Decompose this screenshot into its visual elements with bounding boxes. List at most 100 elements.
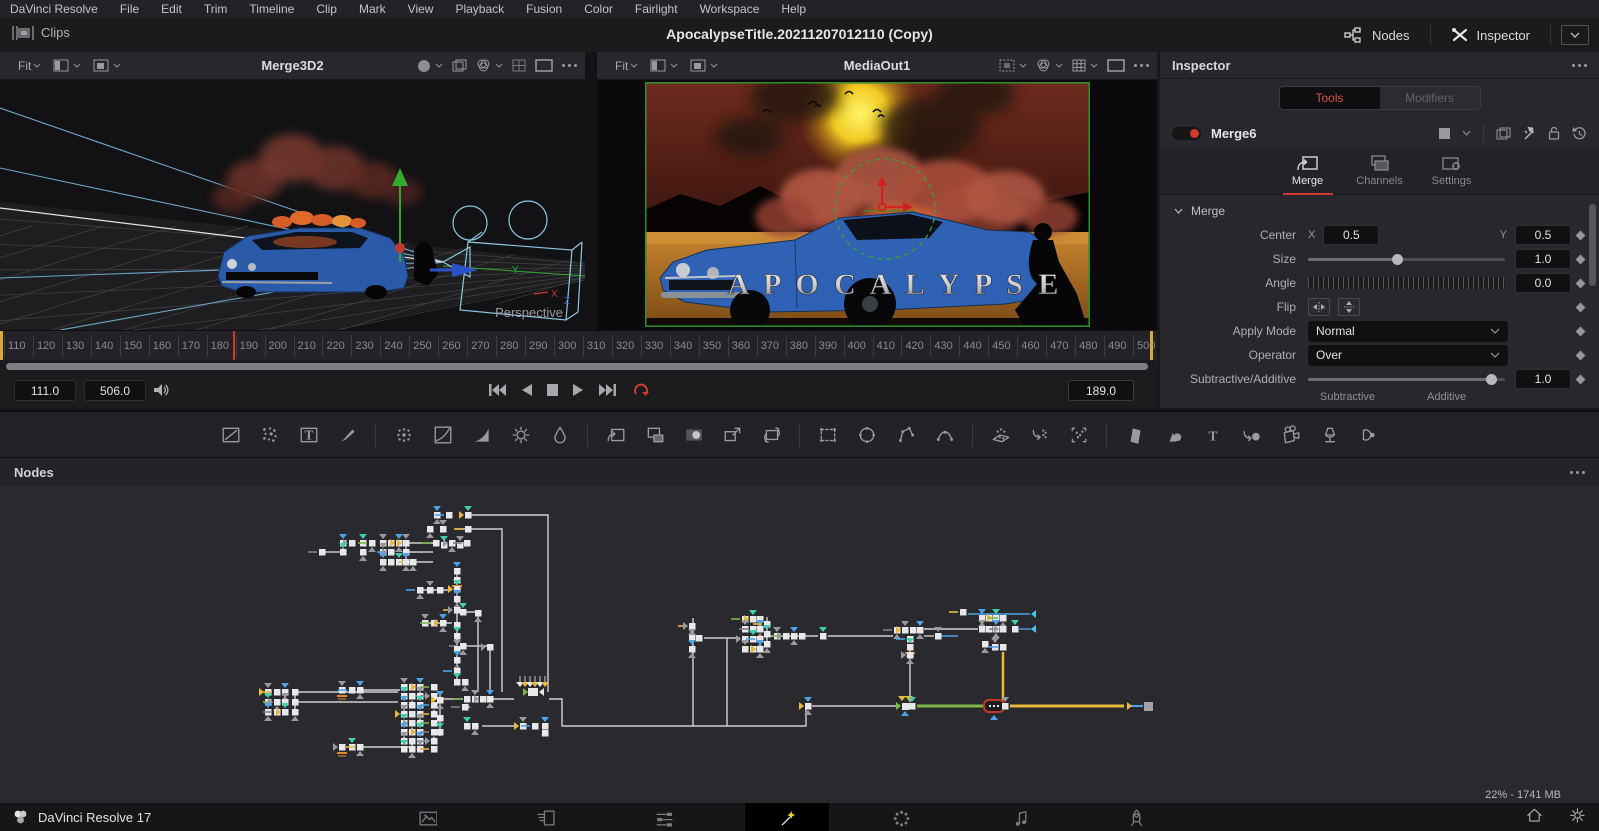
graph-node[interactable] (464, 723, 471, 730)
range-out-input[interactable]: 506.0 (84, 380, 146, 401)
tab-merge[interactable]: Merge (1281, 154, 1335, 194)
graph-node[interactable] (689, 646, 696, 653)
menu-playback[interactable]: Playback (444, 2, 515, 16)
guides-dropdown[interactable] (1072, 59, 1098, 72)
graph-node[interactable] (909, 703, 916, 710)
graph-node[interactable] (433, 540, 440, 547)
graph-node[interactable] (460, 609, 467, 616)
graph-node[interactable] (742, 646, 749, 653)
graph-node[interactable] (380, 559, 387, 566)
graph-node[interactable] (437, 697, 444, 704)
graph-node[interactable] (454, 568, 461, 575)
graph-node[interactable] (462, 704, 469, 711)
graph-node[interactable] (462, 679, 469, 686)
graph-node[interactable] (409, 711, 416, 718)
polygon-tool-button[interactable] (886, 425, 925, 445)
graph-node[interactable] (357, 687, 364, 694)
roi-icon[interactable] (535, 59, 553, 72)
graph-node[interactable] (750, 616, 757, 623)
graph-node[interactable] (292, 689, 299, 696)
mattecontrol-tool-button[interactable] (635, 425, 674, 445)
graph-node[interactable] (409, 746, 416, 753)
graph-node[interactable] (820, 633, 827, 640)
pmerge-tool-button[interactable] (1020, 425, 1059, 445)
glow-tool-button[interactable] (540, 425, 579, 445)
tab-tools[interactable]: Tools (1280, 87, 1380, 109)
size-input[interactable]: 1.0 (1515, 249, 1571, 269)
graph-node[interactable] (757, 626, 764, 633)
split-view-dropdown[interactable] (650, 59, 678, 72)
rectangle-tool-button[interactable] (808, 425, 847, 445)
node-color-swatch[interactable] (1439, 128, 1450, 139)
fit-dropdown[interactable]: Fit (18, 59, 31, 73)
split-view-dropdown[interactable] (53, 59, 81, 72)
angle-thumbwheel[interactable] (1308, 277, 1505, 289)
page-deliver-button[interactable] (1120, 803, 1150, 831)
keyframe-diamond[interactable] (1571, 256, 1589, 263)
graph-node[interactable] (696, 635, 703, 642)
graph-node-junction[interactable] (528, 688, 538, 696)
graph-node[interactable] (340, 549, 347, 556)
play-reverse-button[interactable] (520, 382, 533, 398)
text3d-tool-button[interactable]: T (1193, 425, 1232, 445)
graph-node[interactable] (757, 646, 764, 653)
page-media-button[interactable] (412, 803, 442, 831)
graph-node[interactable] (403, 559, 410, 566)
spotlight-tool-button[interactable] (1310, 425, 1349, 445)
menu-mark[interactable]: Mark (348, 2, 397, 16)
graph-node[interactable] (542, 730, 549, 737)
menu-view[interactable]: View (397, 2, 445, 16)
keyframe-diamond[interactable] (1571, 232, 1589, 239)
graph-node[interactable] (805, 703, 812, 710)
graph-node[interactable] (431, 729, 438, 736)
graph-node[interactable] (357, 744, 364, 751)
graph-node[interactable] (431, 711, 438, 718)
quad-view-icon[interactable] (512, 59, 526, 72)
graph-node[interactable] (282, 709, 289, 716)
graph-node[interactable] (274, 689, 281, 696)
loop-playback-button[interactable] (631, 381, 651, 399)
inspector-panel-button[interactable]: Inspector (1441, 27, 1540, 43)
lut-dropdown[interactable] (1036, 59, 1063, 73)
graph-node[interactable] (532, 723, 539, 730)
reset-history-icon[interactable] (1572, 126, 1587, 141)
graph-node[interactable] (472, 723, 479, 730)
bspline-tool-button[interactable] (925, 425, 964, 445)
graph-node[interactable] (292, 699, 299, 706)
colorcorrector-tool-button[interactable] (462, 425, 501, 445)
graph-node[interactable] (935, 633, 942, 640)
graph-node[interactable] (1002, 703, 1009, 710)
roi-icon[interactable] (1107, 59, 1125, 72)
graph-node[interactable] (542, 723, 549, 730)
page-color-button[interactable] (885, 803, 915, 831)
graph-node[interactable] (409, 738, 416, 745)
channel-dropdown[interactable] (417, 59, 443, 73)
graph-node[interactable] (409, 702, 416, 709)
center-y-input[interactable]: 0.5 (1515, 225, 1571, 245)
graph-node[interactable] (437, 715, 444, 722)
graph-node[interactable] (388, 559, 395, 566)
node-graph-canvas[interactable] (0, 486, 1599, 786)
graph-node[interactable] (902, 703, 909, 710)
graph-node[interactable] (410, 559, 417, 566)
viewer-options-button[interactable] (562, 64, 577, 67)
menu-color[interactable]: Color (573, 2, 624, 16)
brightness-tool-button[interactable] (501, 425, 540, 445)
graph-node[interactable] (292, 709, 299, 716)
menu-davinci-resolve[interactable]: DaVinci Resolve (4, 2, 109, 16)
graph-node[interactable] (409, 693, 416, 700)
camera3d-tool-button[interactable] (1271, 425, 1310, 445)
graph-node[interactable] (480, 696, 487, 703)
colorkeyer-tool-button[interactable] (674, 425, 713, 445)
keyframe-diamond[interactable] (1571, 376, 1589, 383)
graph-node[interactable] (274, 699, 281, 706)
graph-node[interactable] (907, 644, 914, 651)
center-x-input[interactable]: 0.5 (1323, 225, 1379, 245)
blur-tool-button[interactable] (384, 425, 423, 445)
graph-node[interactable] (360, 549, 367, 556)
graph-node[interactable] (460, 643, 467, 650)
render-range-end-marker[interactable] (1150, 331, 1153, 360)
merge-section-header[interactable]: Merge (1160, 199, 1599, 223)
lut-dropdown[interactable] (476, 59, 503, 73)
nodes-panel-button[interactable]: Nodes (1334, 27, 1420, 43)
